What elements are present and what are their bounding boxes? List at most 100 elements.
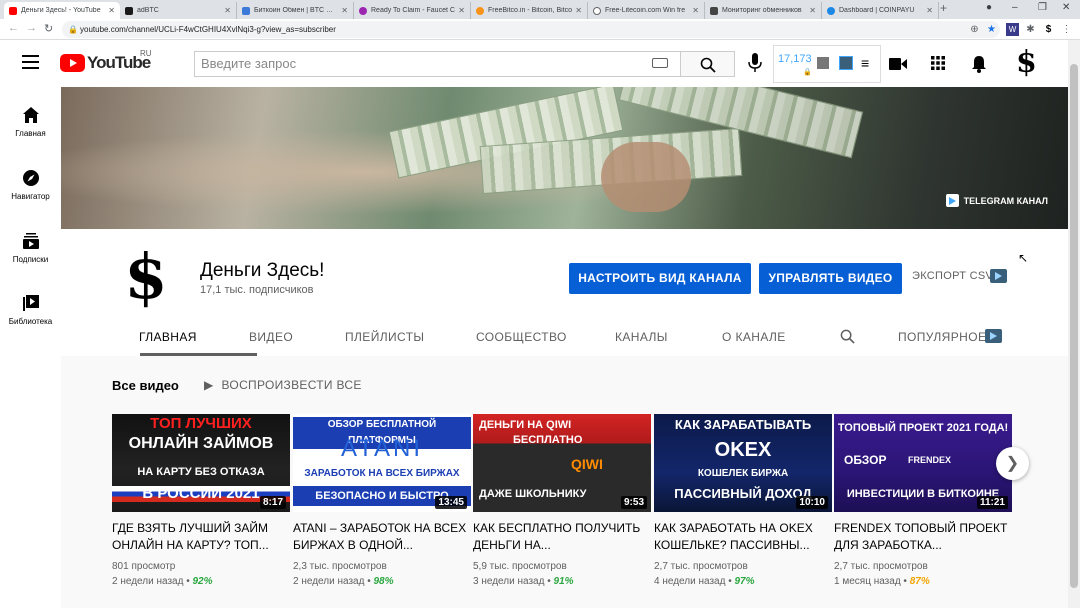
tab-community[interactable]: СООБЩЕСТВО (476, 330, 567, 344)
sidebar-item-library[interactable]: Библиотека (0, 293, 61, 326)
stats-icon[interactable] (817, 57, 829, 69)
sidebar-item-subscriptions[interactable]: Подписки (0, 231, 61, 264)
video-title[interactable]: ATANI – ЗАРАБОТОК НА ВСЕХ БИРЖАХ В ОДНОЙ… (293, 520, 471, 554)
telegram-icon[interactable] (839, 56, 853, 70)
scrollbar-thumb[interactable] (1070, 64, 1078, 588)
close-tab-icon[interactable]: ✕ (108, 6, 115, 15)
list-icon[interactable]: ≡ (861, 55, 869, 71)
tab-videos[interactable]: ВИДЕО (249, 330, 293, 344)
create-video-icon[interactable] (889, 57, 907, 71)
microphone-icon[interactable] (748, 53, 762, 73)
close-tab-icon[interactable]: ✕ (458, 6, 465, 15)
video-card[interactable]: ОБЗОР БЕСПЛАТНОЙ ПЛАТФОРМЫ ATANI ЗАРАБОТ… (293, 414, 471, 589)
search-channel-icon[interactable] (840, 329, 855, 344)
tab-home[interactable]: ГЛАВНАЯ (139, 330, 197, 344)
bookmark-star-icon[interactable]: ★ (985, 23, 998, 36)
browser-tab-freebitco[interactable]: FreeBitco.in - Bitcoin, Bitco ✕ (471, 2, 588, 19)
close-tab-icon[interactable]: ✕ (224, 6, 231, 15)
home-icon (22, 107, 39, 123)
browser-tab-youtube[interactable]: Деньги Здесь! - YouTube ✕ (4, 2, 120, 19)
minimize-icon[interactable]: – (1012, 2, 1018, 13)
close-tab-icon[interactable]: ✕ (575, 6, 582, 15)
search-button[interactable] (680, 51, 735, 77)
sidebar-item-label: Библиотека (8, 317, 53, 326)
video-title[interactable]: КАК ЗАРАБОТАТЬ НА OKEX КОШЕЛЬКЕ? ПАССИВН… (654, 520, 832, 554)
profile-icon[interactable]: ● (986, 2, 992, 13)
thumbnail-text: QIWI (571, 456, 603, 472)
notifications-bell-icon[interactable] (971, 55, 987, 73)
zoom-icon[interactable]: ⊕ (968, 23, 981, 36)
play-all-button[interactable]: ▶ ВОСПРОИЗВЕСТИ ВСЕ (204, 378, 362, 392)
menu-icon[interactable] (22, 55, 39, 69)
account-avatar[interactable]: $ (1016, 45, 1037, 80)
close-window-icon[interactable]: ✕ (1062, 2, 1070, 13)
dollar-extension-icon[interactable]: $ (1042, 23, 1055, 36)
export-csv-button[interactable]: ЭКСПОРТ CSV (912, 270, 993, 282)
extension-widget[interactable]: 17,173 🔒 ≡ (773, 45, 881, 83)
video-age: 3 недели назад (473, 576, 545, 587)
video-rating: 91% (553, 576, 574, 587)
play-icon: ▶ (204, 378, 214, 392)
manage-videos-button[interactable]: УПРАВЛЯТЬ ВИДЕО (759, 263, 902, 294)
tab-about[interactable]: О КАНАЛЕ (722, 330, 786, 344)
video-duration: 10:10 (796, 496, 828, 509)
video-card[interactable]: ТОП ЛУЧШИХ ОНЛАЙН ЗАЙМОВ НА КАРТУ БЕЗ ОТ… (112, 414, 290, 589)
video-title[interactable]: FRENDEX ТОПОВЫЙ ПРОЕКТ ДЛЯ ЗАРАБОТКА... (834, 520, 1012, 554)
forward-icon[interactable]: → (26, 22, 37, 34)
page-scrollbar[interactable] (1068, 40, 1080, 608)
telegram-icon[interactable] (985, 329, 1002, 343)
thumbnail-text: FRENDEX (908, 455, 952, 465)
video-thumbnail[interactable]: ТОП ЛУЧШИХ ОНЛАЙН ЗАЙМОВ НА КАРТУ БЕЗ ОТ… (112, 414, 290, 512)
video-card[interactable]: ДЕНЬГИ НА QIWI БЕСПЛАТНО QIWI ДАЖЕ ШКОЛЬ… (473, 414, 651, 589)
video-thumbnail[interactable]: ОБЗОР БЕСПЛАТНОЙ ПЛАТФОРМЫ ATANI ЗАРАБОТ… (293, 414, 471, 512)
close-tab-icon[interactable]: ✕ (341, 6, 348, 15)
diamond-favicon-icon (242, 6, 250, 15)
telegram-channel-link[interactable]: TELEGRAM КАНАЛ (945, 194, 1048, 207)
channel-avatar[interactable]: $ (115, 241, 177, 313)
video-thumbnail[interactable]: КАК ЗАРАБАТЫВАТЬ OKEX КОШЕЛЕК БИРЖА ПАСС… (654, 414, 832, 512)
menu-dots-icon[interactable]: ⋮ (1060, 23, 1073, 36)
apps-grid-icon[interactable] (931, 56, 945, 70)
browser-tab-freelitecoin[interactable]: Free-Litecoin.com Win fre ✕ (588, 2, 705, 19)
browser-tab-coinpayu[interactable]: Dashboard | COINPAYU ✕ (822, 2, 939, 19)
video-views: 2,7 тыс. просмотров (834, 561, 928, 572)
customize-channel-button[interactable]: НАСТРОИТЬ ВИД КАНАЛА (569, 263, 751, 294)
extension-icon[interactable]: W (1006, 23, 1019, 36)
tab-channels[interactable]: КАНАЛЫ (615, 330, 668, 344)
back-icon[interactable]: ← (8, 22, 19, 34)
new-tab-icon[interactable]: + (940, 1, 947, 15)
browser-tab-faucet[interactable]: Ready To Claim - Faucet C ✕ (354, 2, 471, 19)
video-thumbnail[interactable]: ДЕНЬГИ НА QIWI БЕСПЛАТНО QIWI ДАЖЕ ШКОЛЬ… (473, 414, 651, 512)
browser-tabstrip: Деньги Здесь! - YouTube ✕ adBTC ✕ Биткои… (0, 0, 1080, 19)
puzzle-icon[interactable]: ✱ (1024, 23, 1037, 36)
tab-playlists[interactable]: ПЛЕЙЛИСТЫ (345, 330, 424, 344)
video-card[interactable]: ТОПОВЫЙ ПРОЕКТ 2021 ГОДА! ОБЗОР FRENDEX … (834, 414, 1012, 589)
search-input[interactable]: Введите запрос (194, 51, 681, 77)
next-videos-button[interactable]: ❯ (996, 447, 1029, 480)
video-title[interactable]: ГДЕ ВЗЯТЬ ЛУЧШИЙ ЗАЙМ ОНЛАЙН НА КАРТУ? Т… (112, 520, 290, 554)
keyboard-icon[interactable] (652, 58, 668, 68)
close-tab-icon[interactable]: ✕ (926, 6, 933, 15)
telegram-icon (945, 194, 959, 207)
video-meta: 2,7 тыс. просмотров 1 месяц назад • 87% (834, 559, 1012, 589)
youtube-logo[interactable]: YouTube RU (60, 49, 152, 73)
telegram-icon[interactable] (990, 269, 1007, 283)
video-title[interactable]: КАК БЕСПЛАТНО ПОЛУЧИТЬ ДЕНЬГИ НА... (473, 520, 651, 554)
sidebar-item-home[interactable]: Главная (0, 105, 61, 138)
maximize-icon[interactable]: ❐ (1038, 2, 1047, 13)
sidebar-item-explore[interactable]: Навигатор (0, 168, 61, 201)
tab-popular[interactable]: ПОПУЛЯРНОЕ (898, 330, 986, 344)
video-rating: 92% (192, 576, 213, 587)
video-age: 2 недели назад (293, 576, 365, 587)
close-tab-icon[interactable]: ✕ (692, 6, 699, 15)
close-tab-icon[interactable]: ✕ (809, 6, 816, 15)
video-thumbnail[interactable]: ТОПОВЫЙ ПРОЕКТ 2021 ГОДА! ОБЗОР FRENDEX … (834, 414, 1012, 512)
browser-tab-btc-exchange[interactable]: Биткоин Обмен | BTC Обм ✕ (237, 2, 354, 19)
coinpayu-favicon-icon (827, 6, 835, 15)
url-field[interactable]: 🔒 youtube.com/channel/UCLi-F4wCtGHIU4Xvl… (62, 21, 1000, 38)
video-card[interactable]: КАК ЗАРАБАТЫВАТЬ OKEX КОШЕЛЕК БИРЖА ПАСС… (654, 414, 832, 589)
browser-tab-monitoring[interactable]: Мониторинг обменников ✕ (705, 2, 822, 19)
reload-icon[interactable]: ↻ (44, 22, 53, 35)
browser-tab-adbtc[interactable]: adBTC ✕ (120, 2, 237, 19)
thumbnail-text: ATANI (340, 435, 424, 462)
